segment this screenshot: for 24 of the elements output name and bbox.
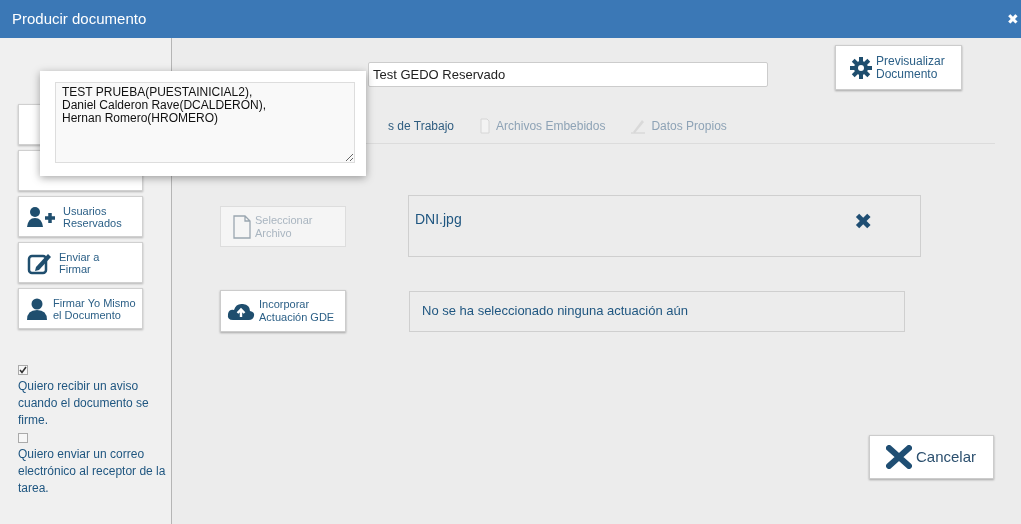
action-button[interactable]: Firmar Yo Mismo el Documento bbox=[18, 288, 143, 329]
file-name: DNI.jpg bbox=[415, 212, 462, 226]
reference-field[interactable]: Test GEDO Reservado bbox=[368, 62, 768, 87]
empty-message: No se ha seleccionado ninguna actuación aún bbox=[422, 302, 688, 321]
action-button[interactable]: Enviar a Firmar bbox=[18, 242, 143, 283]
action-button[interactable]: Usuarios Reservados bbox=[18, 196, 143, 237]
preview-button[interactable]: Previsualizar Documento bbox=[835, 45, 962, 90]
close-icon bbox=[886, 445, 912, 469]
check-icon bbox=[19, 366, 27, 374]
close-button[interactable]: ✖ bbox=[1007, 12, 1019, 26]
window-title: Producir documento bbox=[12, 8, 147, 29]
cancel-button[interactable]: Cancelar bbox=[869, 435, 994, 479]
tab[interactable]: s de Trabajo bbox=[388, 117, 455, 135]
checkbox[interactable] bbox=[18, 433, 28, 443]
user-icon bbox=[27, 297, 47, 320]
add-user-icon bbox=[27, 205, 57, 228]
checkbox[interactable] bbox=[18, 365, 28, 375]
settings-icon bbox=[850, 56, 872, 79]
users-text-area[interactable]: TEST PRUEBA(PUESTAINICIAL2), Daniel Calderon Rave(DCALDERON), Hernan Romero(HROMERO) bbox=[55, 82, 355, 163]
checkbox-label: Quiero recibir un aviso cuando el documento se firme. bbox=[18, 378, 150, 429]
incorporate-button[interactable]: Incorporar Actuación GDE bbox=[220, 290, 346, 332]
cloud-upload-icon bbox=[227, 301, 255, 321]
checkbox-label: Quiero enviar un correo electrónico al receptor de la tarea. bbox=[18, 446, 167, 497]
remove-button[interactable]: ✖ bbox=[854, 211, 872, 233]
